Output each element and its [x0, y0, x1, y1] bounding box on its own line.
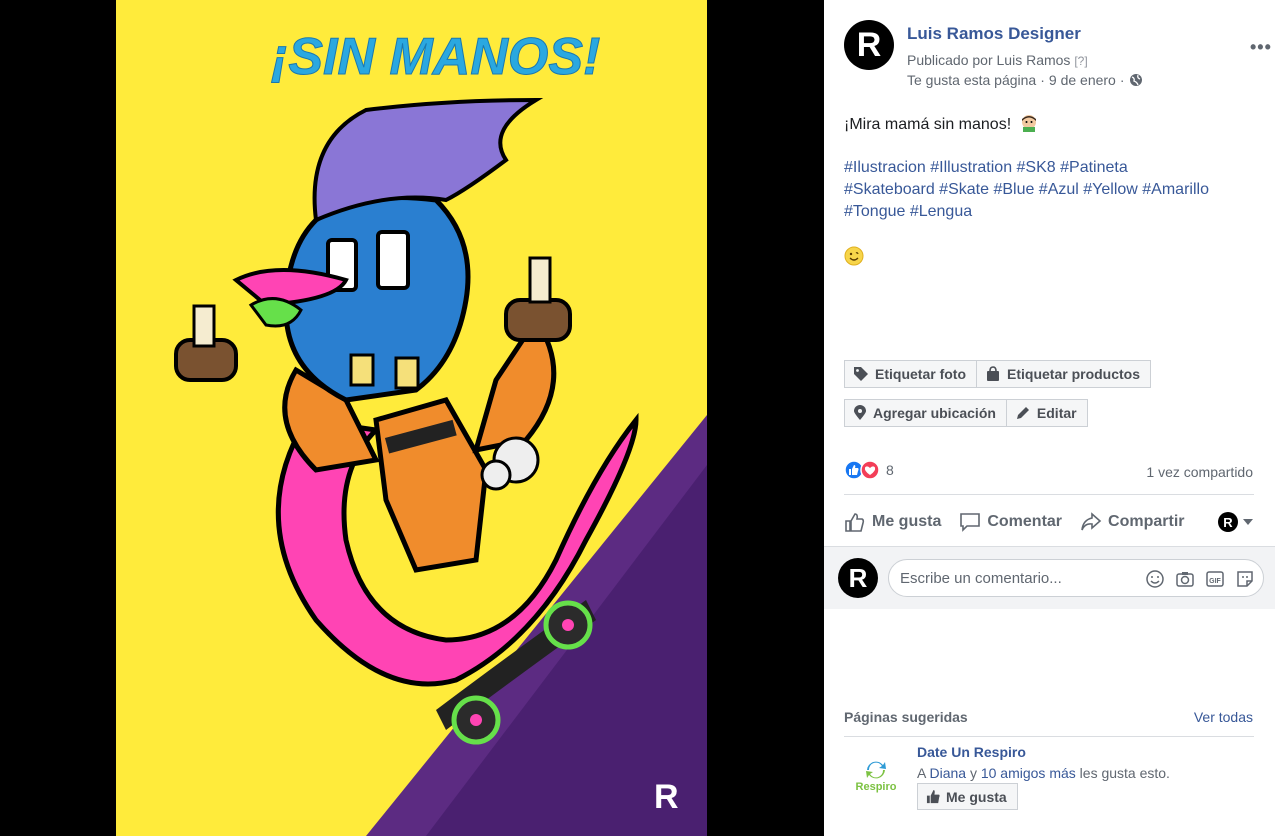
hashtag-line[interactable]: #Ilustracion #Illustration #SK8 #Patinet…: [844, 157, 1259, 179]
post-meta: Te gusta esta página · 9 de enero ·: [907, 72, 1143, 88]
suggested-like-button[interactable]: Me gusta: [917, 783, 1018, 810]
see-all-link[interactable]: Ver todas: [1194, 709, 1253, 725]
post-actions: Me gusta Comentar Compartir R: [844, 506, 1254, 538]
post-header: R Luis Ramos Designer Publicado por Luis…: [844, 20, 1271, 100]
comment-button[interactable]: Comentar: [959, 511, 1062, 533]
edit-button[interactable]: Editar: [1006, 399, 1088, 427]
tag-icon: [854, 367, 868, 381]
share-label: Compartir: [1108, 513, 1185, 530]
add-location-label: Agregar ubicación: [873, 405, 996, 421]
smile-emoji-icon: [844, 246, 864, 271]
dot-separator: ·: [1119, 72, 1125, 88]
gif-icon[interactable]: GIF: [1205, 569, 1225, 589]
suggested-page-desc: A Diana y 10 amigos más les gusta esto.: [917, 765, 1170, 781]
comment-icon: [960, 513, 981, 532]
reaction-count: 8: [886, 462, 894, 478]
sticker-icon[interactable]: [1235, 569, 1255, 589]
desc-conj: y: [969, 765, 977, 781]
suggested-logo-text: Respiro: [855, 781, 897, 793]
desc-prefix: A: [917, 765, 926, 781]
caption-text: ¡Mira mamá sin manos!: [844, 116, 1012, 133]
reactions-summary[interactable]: 8: [844, 460, 894, 480]
man-emoji-icon: [1021, 115, 1036, 132]
avatar-letter: R: [856, 25, 882, 64]
suggested-pages-title: Páginas sugeridas: [844, 709, 968, 725]
post-caption: ¡Mira mamá sin manos!: [844, 114, 1259, 136]
liked-page-text: Te gusta esta página: [907, 72, 1037, 88]
camera-icon[interactable]: [1175, 569, 1195, 589]
suggested-like-label: Me gusta: [946, 788, 1007, 805]
comment-input-icons: GIF: [1145, 569, 1255, 589]
love-reaction-icon: [860, 460, 880, 480]
suggested-page-logo[interactable]: Respiro: [844, 744, 908, 808]
share-icon: [1081, 512, 1102, 531]
post-date-link[interactable]: 9 de enero: [1049, 72, 1116, 88]
tag-products-label: Etiquetar productos: [1007, 366, 1141, 382]
divider: [844, 736, 1254, 737]
comment-composer: R Escribe un comentario... GIF: [824, 546, 1275, 609]
page-name-link[interactable]: Luis Ramos Designer: [907, 24, 1081, 44]
published-by-name[interactable]: Luis Ramos: [997, 52, 1071, 68]
tag-photo-button[interactable]: Etiquetar foto: [844, 360, 977, 388]
hashtag-line[interactable]: #Skateboard #Skate #Blue #Azul #Yellow #…: [844, 179, 1259, 201]
recycle-arrows-icon: [866, 761, 886, 779]
tag-photo-label: Etiquetar foto: [875, 366, 966, 382]
shopping-bag-icon: [987, 366, 999, 381]
hashtag-line[interactable]: #Tongue #Lengua: [844, 201, 1259, 223]
help-link[interactable]: [?]: [1074, 54, 1087, 68]
more-options-icon[interactable]: •••: [1250, 38, 1272, 56]
commenter-avatar[interactable]: R: [838, 558, 878, 598]
watermark-logo: R: [654, 778, 679, 816]
post-photo[interactable]: ¡SIN MANOS! R: [116, 0, 707, 836]
like-label: Me gusta: [872, 513, 942, 530]
divider: [844, 494, 1254, 495]
commenter-avatar-letter: R: [848, 562, 868, 593]
avatar-letter-small: R: [1223, 514, 1233, 530]
edit-label: Editar: [1036, 405, 1077, 421]
published-by-prefix: Publicado por: [907, 52, 993, 68]
comment-input[interactable]: Escribe un comentario... GIF: [888, 559, 1264, 597]
like-button[interactable]: Me gusta: [844, 511, 941, 533]
post-as-selector[interactable]: R: [1218, 512, 1254, 532]
friends-more-link[interactable]: 10 amigos más: [981, 765, 1076, 781]
comment-placeholder: Escribe un comentario...: [900, 570, 1062, 587]
suggested-page-card: Respiro Date Un Respiro A Diana y 10 ami…: [844, 744, 1254, 824]
photo-tools-row-2: Agregar ubicación Editar: [844, 399, 1088, 427]
globe-icon[interactable]: [1129, 73, 1143, 87]
post-panel: R Luis Ramos Designer Publicado por Luis…: [824, 0, 1275, 836]
thumbs-up-icon: [926, 789, 940, 804]
location-pin-icon: [854, 405, 866, 420]
friend-link[interactable]: Diana: [929, 765, 966, 781]
comment-label: Comentar: [987, 513, 1063, 530]
emoji-icon[interactable]: [1145, 569, 1165, 589]
dot-separator: ·: [1040, 72, 1045, 88]
add-location-button[interactable]: Agregar ubicación: [844, 399, 1007, 427]
thumbs-up-icon: [845, 513, 865, 532]
tag-products-button[interactable]: Etiquetar productos: [977, 360, 1152, 388]
hashtags: #Ilustracion #Illustration #SK8 #Patinet…: [844, 157, 1259, 223]
photo-tools-row-1: Etiquetar foto Etiquetar productos: [844, 360, 1152, 388]
svg-text:GIF: GIF: [1209, 578, 1221, 585]
page-avatar-small: R: [1218, 512, 1238, 532]
suggested-page-name[interactable]: Date Un Respiro: [917, 744, 1026, 760]
shares-count[interactable]: 1 vez compartido: [1146, 464, 1253, 480]
pencil-icon: [1016, 407, 1029, 419]
desc-suffix: les gusta esto.: [1079, 765, 1170, 781]
share-button[interactable]: Compartir: [1080, 511, 1184, 533]
page-avatar[interactable]: R: [844, 20, 894, 70]
caret-down-icon: [1243, 519, 1253, 525]
photo-title-text: ¡SIN MANOS!: [271, 28, 600, 86]
published-by: Publicado por Luis Ramos [?]: [907, 52, 1088, 68]
photo-viewer: ¡SIN MANOS! R: [0, 0, 824, 836]
